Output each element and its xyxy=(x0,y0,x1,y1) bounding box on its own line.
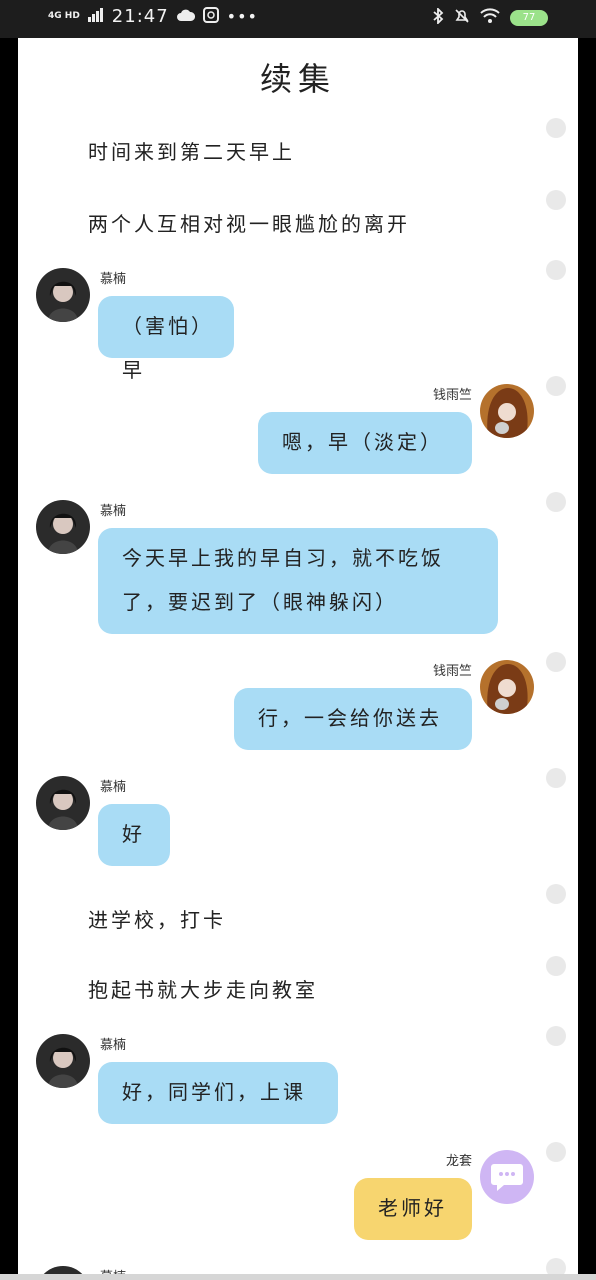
battery-indicator: 77 xyxy=(510,10,548,26)
narration-line: 抱起书就大步走向教室 xyxy=(88,978,318,1002)
item-indicator-dot[interactable] xyxy=(546,1142,566,1162)
message-text-line: 了，要迟到了（眼神躲闪） xyxy=(122,590,398,614)
item-indicator-dot[interactable] xyxy=(546,884,566,904)
more-notifications-icon: ••• xyxy=(226,7,258,26)
message-bubble[interactable]: 好 xyxy=(98,804,170,866)
avatar[interactable] xyxy=(36,1034,90,1088)
avatar[interactable] xyxy=(36,776,90,830)
message-bubble[interactable]: （害怕）早 xyxy=(98,296,234,382)
avatar[interactable] xyxy=(36,268,90,322)
signal-icon xyxy=(87,7,104,26)
item-indicator-dot[interactable] xyxy=(546,956,566,976)
item-indicator-dot[interactable] xyxy=(546,768,566,788)
story-screen: 续集 时间来到第二天早上 两个人互相对视一眼尴尬的离开 慕楠 （害怕）早 钱雨竺… xyxy=(18,38,578,1280)
sender-name: 龙套 xyxy=(445,1154,472,1169)
page-title: 续集 xyxy=(259,60,336,98)
item-indicator-dot[interactable] xyxy=(546,190,566,210)
narration-line: 时间来到第二天早上 xyxy=(88,140,295,164)
cloud-icon xyxy=(176,7,195,26)
message-bubble[interactable]: 老师好 xyxy=(354,1178,472,1240)
sender-name: 慕楠 xyxy=(100,780,127,795)
chat-bubble-icon xyxy=(491,1164,523,1191)
sender-name: 慕楠 xyxy=(100,504,127,519)
chat-bubble-fab[interactable] xyxy=(480,1150,534,1204)
sender-name: 钱雨竺 xyxy=(432,664,472,679)
mute-bell-icon xyxy=(454,8,470,28)
status-bar: 4G HD 21:47 ••• 77 xyxy=(0,0,596,38)
item-indicator-dot[interactable] xyxy=(546,376,566,396)
wifi-icon xyxy=(480,8,500,28)
avatar[interactable] xyxy=(480,660,534,714)
narration-line: 两个人互相对视一眼尴尬的离开 xyxy=(88,212,410,236)
message-bubble[interactable]: 今天早上我的早自习，就不吃饭 了，要迟到了（眼神躲闪） xyxy=(98,528,498,634)
bottom-bar xyxy=(0,1274,596,1280)
item-indicator-dot[interactable] xyxy=(546,118,566,138)
sender-name: 慕楠 xyxy=(100,1038,127,1053)
item-indicator-dot[interactable] xyxy=(546,652,566,672)
sender-name: 钱雨竺 xyxy=(432,388,472,403)
message-bubble[interactable]: 嗯，早（淡定） xyxy=(258,412,472,474)
item-indicator-dot[interactable] xyxy=(546,1026,566,1046)
avatar[interactable] xyxy=(36,500,90,554)
bluetooth-icon xyxy=(432,6,444,28)
clock: 21:47 xyxy=(111,6,169,27)
item-indicator-dot[interactable] xyxy=(546,492,566,512)
sender-name: 慕楠 xyxy=(100,272,127,287)
avatar[interactable] xyxy=(480,384,534,438)
item-indicator-dot[interactable] xyxy=(546,260,566,280)
mail-app-icon xyxy=(202,6,219,27)
message-bubble[interactable]: 行，一会给你送去 xyxy=(234,688,472,750)
message-text-line: 今天早上我的早自习，就不吃饭 xyxy=(122,546,444,570)
narration-line: 进学校，打卡 xyxy=(88,908,226,932)
message-bubble[interactable]: 好，同学们，上课 xyxy=(98,1062,338,1124)
network-indicator: 4G HD xyxy=(48,11,80,21)
